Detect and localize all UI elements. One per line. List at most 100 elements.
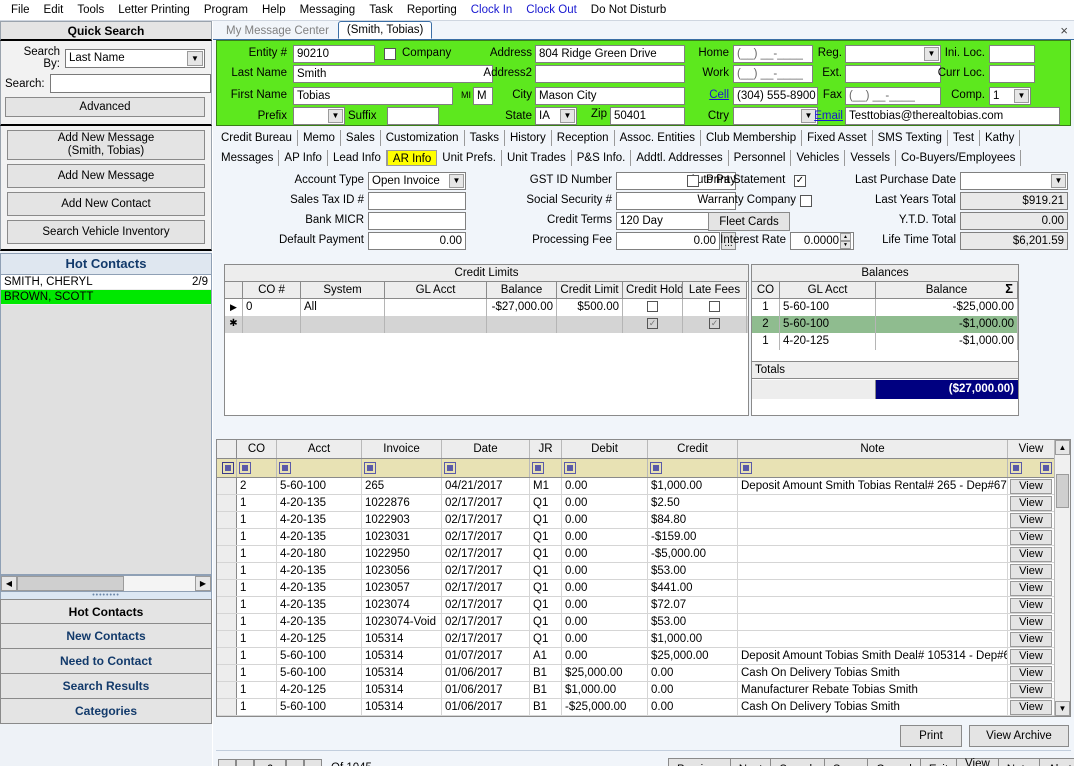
cell-jr[interactable]: A1 [530,648,562,664]
cell-credit[interactable]: $2.50 [648,495,738,511]
table-row[interactable]: 2 5-60-100 265 04/21/2017 M1 0.00 $1,000.00 Dep… [217,478,1070,495]
view-button[interactable]: View [1010,479,1052,494]
hot-contacts-hscrollbar[interactable]: ◀ ▶ [0,575,212,592]
filter-view[interactable] [1008,459,1055,477]
tab-sales[interactable]: Sales [341,130,381,146]
cell-credit[interactable]: $84.80 [648,512,738,528]
filter-icon[interactable] [364,462,376,474]
cell-invoice[interactable]: 105314 [362,682,442,698]
entity-number-field[interactable]: 90210 [293,45,375,63]
ext-field[interactable] [845,65,941,83]
view-button[interactable]: View [1010,666,1052,681]
list-item[interactable]: SMITH, CHERYL 2/9 [1,275,211,290]
cell-debit[interactable]: 0.00 [562,631,648,647]
cell-credit-limit[interactable]: $500.00 [557,299,623,316]
cell-invoice[interactable]: 265 [362,478,442,494]
cell-balance[interactable]: -$1,000.00 [876,333,1018,350]
col-system[interactable]: System [301,282,385,299]
last-name-field[interactable]: Smith [293,65,493,83]
cell-date[interactable]: 02/17/2017 [442,614,530,630]
fax-field[interactable]: (__) __-____ [845,87,941,105]
table-row[interactable]: 1 4-20-135 1023057 02/17/2017 Q1 0.00 $441.00 V… [217,580,1070,597]
table-row[interactable]: 1 5-60-100 105314 01/07/2017 A1 0.00 $25,000.0… [217,648,1070,665]
row-selector[interactable] [217,580,237,596]
zip-field[interactable]: 50401 [610,107,685,125]
filter-icon[interactable] [532,462,544,474]
record-pager[interactable]: << < 6 > >> [218,759,322,766]
cell-jr[interactable]: Q1 [530,512,562,528]
cell-debit[interactable]: 0.00 [562,512,648,528]
address-field[interactable]: 804 Ridge Green Drive [535,45,685,63]
cell-note[interactable] [738,563,1008,579]
cell-gl-acct[interactable]: 5-60-100 [780,316,876,333]
chevron-down-icon[interactable]: ▼ [1051,174,1066,188]
view-list-button[interactable]: View List [956,758,998,766]
cell-view[interactable]: View [1008,648,1055,664]
tab-ps-info[interactable]: P&S Info. [572,150,632,166]
home-phone-field[interactable]: (__) __-____ [733,45,813,63]
late-fees-checkbox[interactable] [709,301,720,312]
cell-note[interactable] [738,546,1008,562]
filter-icon[interactable] [564,462,576,474]
reg-select[interactable]: ▼ [845,45,941,63]
cell-acct[interactable]: 4-20-125 [277,631,362,647]
cell-date[interactable]: 02/17/2017 [442,495,530,511]
chevron-down-icon[interactable]: ▼ [1014,89,1029,103]
cell-credit[interactable]: 0.00 [648,665,738,681]
exit-button[interactable]: Exit [919,758,957,766]
default-payment-field[interactable]: 0.00 [368,232,466,250]
company-number-select[interactable]: 1 ▼ [989,87,1031,105]
cell-invoice[interactable]: 1023074 [362,597,442,613]
company-checkbox[interactable] [384,48,396,60]
cell-invoice[interactable]: 1022903 [362,512,442,528]
tab-personnel[interactable]: Personnel [729,150,792,166]
col-note[interactable]: Note [738,440,1008,458]
cell-view[interactable]: View [1008,699,1055,715]
row-selector[interactable] [217,512,237,528]
tab-assoc-entities[interactable]: Assoc. Entities [615,130,701,146]
transactions-vscrollbar[interactable]: ▲ ▼ [1054,440,1070,716]
cell-credit[interactable]: 0.00 [648,699,738,715]
tab-credit-bureau[interactable]: Credit Bureau [216,130,298,146]
col-jr[interactable]: JR [530,440,562,458]
cell-date[interactable]: 02/17/2017 [442,563,530,579]
cell-note[interactable] [738,529,1008,545]
last-purchase-date-select[interactable]: ▼ [960,172,1068,190]
col-invoice[interactable]: Invoice [362,440,442,458]
cell-note[interactable]: Deposit Amount Smith Tobias Rental# 265 … [738,478,1008,494]
alert-button[interactable]: Alert [1039,758,1074,766]
cell-credit[interactable]: $53.00 [648,614,738,630]
search-button[interactable]: Search [770,758,824,766]
col-balance[interactable]: Balance Σ [876,282,1018,299]
chevron-down-icon[interactable]: ▼ [187,50,203,66]
menu-item-task[interactable]: Task [362,2,400,18]
cell-jr[interactable]: B1 [530,665,562,681]
menu-item-letter-printing[interactable]: Letter Printing [111,2,197,18]
table-row[interactable]: 1 4-20-125 105314 01/06/2017 B1 $1,000.00 0.00… [217,682,1070,699]
transactions-rows[interactable]: 2 5-60-100 265 04/21/2017 M1 0.00 $1,000.00 Dep… [217,478,1070,716]
cell-late-fees[interactable] [683,299,747,316]
row-selector[interactable] [217,682,237,698]
cell-date[interactable]: 02/17/2017 [442,512,530,528]
table-row[interactable]: 1 4-20-180 1022950 02/17/2017 Q1 0.00 -$5,000.… [217,546,1070,563]
work-phone-field[interactable]: (__) __-____ [733,65,813,83]
vscroll-thumb[interactable] [1056,474,1069,508]
cell-debit[interactable]: 0.00 [562,529,648,545]
cell-view[interactable]: View [1008,546,1055,562]
cell-date[interactable]: 01/06/2017 [442,665,530,681]
credit-hold-checkbox[interactable]: ✓ [647,318,658,329]
cell-note[interactable] [738,512,1008,528]
row-selector[interactable] [217,597,237,613]
menu-item-help[interactable]: Help [255,2,293,18]
cell-date[interactable]: 04/21/2017 [442,478,530,494]
cell-co[interactable]: 1 [752,333,780,350]
cell-jr[interactable]: Q1 [530,631,562,647]
row-selector[interactable] [217,648,237,664]
cell-date[interactable]: 02/17/2017 [442,597,530,613]
menu-item-file[interactable]: File [4,2,37,18]
cell-debit[interactable]: 0.00 [562,546,648,562]
table-row[interactable]: 1 4-20-135 1023074-Void 02/17/2017 Q1 0.00 $53… [217,614,1070,631]
filter-icon[interactable] [444,462,456,474]
initial-location-field[interactable] [989,45,1035,63]
cell-view[interactable]: View [1008,512,1055,528]
